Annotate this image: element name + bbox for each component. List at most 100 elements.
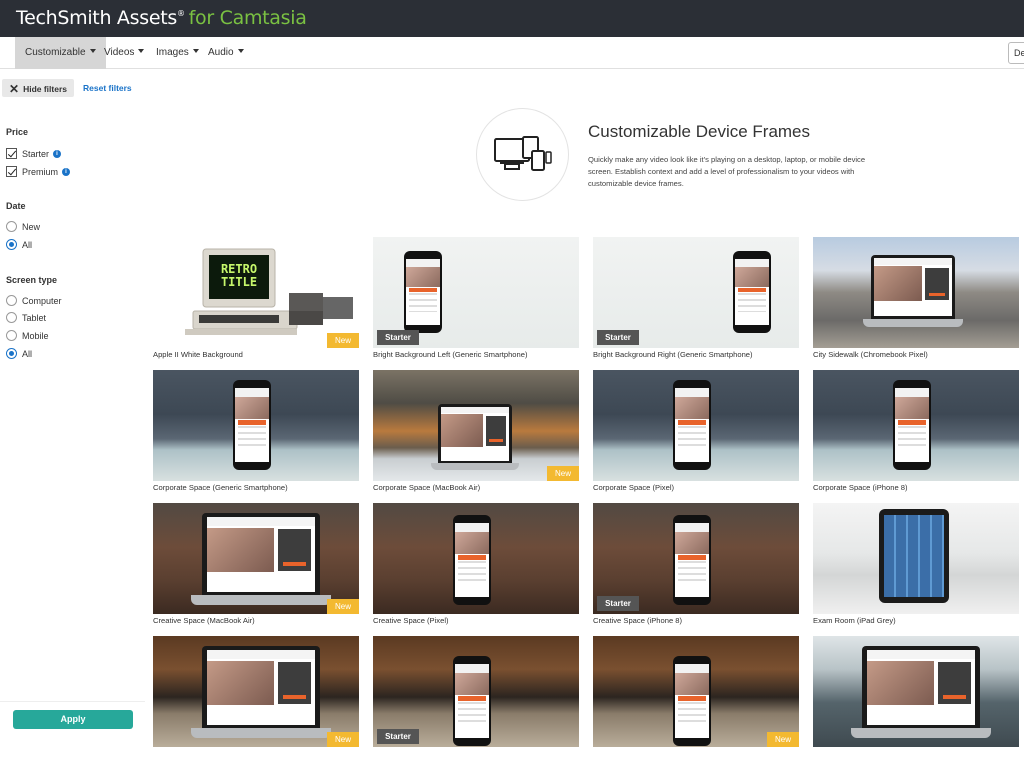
- asset-thumbnail[interactable]: [813, 636, 1019, 747]
- apply-button[interactable]: Apply: [13, 710, 133, 729]
- filter-option-label: Starter: [22, 149, 50, 159]
- new-badge: New: [327, 599, 359, 614]
- search-input[interactable]: De: [1008, 42, 1024, 64]
- info-icon[interactable]: i: [62, 167, 71, 176]
- filter-date-new[interactable]: New: [6, 221, 40, 235]
- asset-card[interactable]: New: [593, 636, 803, 762]
- top-bar: TechSmith Assets® for Camtasia: [0, 0, 1024, 37]
- retro-title-line-2: TITLE: [220, 275, 258, 289]
- nav-item-label: Customizable: [25, 47, 86, 58]
- asset-card[interactable]: New Corporate Space (MacBook Air): [373, 370, 583, 496]
- nav-item-label: Images: [156, 47, 189, 58]
- asset-title[interactable]: Creative Space (iPhone 8): [593, 616, 682, 625]
- radio-icon[interactable]: [6, 312, 17, 324]
- asset-title[interactable]: Creative Space (Pixel): [373, 616, 449, 625]
- asset-card[interactable]: Creative Space (Pixel): [373, 503, 583, 629]
- radio-selected-icon[interactable]: [6, 239, 17, 251]
- asset-card[interactable]: City Sidewalk (Chromebook Pixel): [813, 237, 1023, 363]
- close-icon: ✕: [9, 82, 20, 96]
- asset-thumbnail[interactable]: New: [593, 636, 799, 747]
- checkbox-checked-icon[interactable]: [6, 148, 17, 160]
- smartphone-device-image: [893, 380, 931, 470]
- asset-card[interactable]: Starter Creative Space (iPhone 8): [593, 503, 803, 629]
- asset-thumbnail[interactable]: Starter: [593, 503, 799, 614]
- laptop-device-image: [851, 646, 991, 746]
- asset-thumbnail[interactable]: New: [153, 636, 359, 747]
- filter-price-premium[interactable]: Premium i: [6, 166, 71, 180]
- asset-card[interactable]: Corporate Space (Pixel): [593, 370, 803, 496]
- asset-thumbnail[interactable]: [373, 503, 579, 614]
- filter-screen-mobile[interactable]: Mobile: [6, 330, 49, 344]
- asset-title[interactable]: Corporate Space (Pixel): [593, 483, 674, 492]
- asset-thumbnail[interactable]: [153, 370, 359, 481]
- asset-title[interactable]: Corporate Space (MacBook Air): [373, 483, 480, 492]
- asset-title[interactable]: Apple II White Background: [153, 350, 243, 359]
- filter-screen-tablet[interactable]: Tablet: [6, 312, 46, 326]
- asset-card[interactable]: Starter Bright Background Right (Generic …: [593, 237, 803, 363]
- asset-title[interactable]: Corporate Space (Generic Smartphone): [153, 483, 288, 492]
- laptop-device-image: [863, 255, 963, 333]
- brand-name: TechSmith Assets: [16, 7, 177, 29]
- page-title: Customizable Device Frames: [588, 122, 811, 141]
- filter-screen-all[interactable]: All: [6, 348, 32, 362]
- nav-item-label: Audio: [208, 47, 234, 58]
- asset-card[interactable]: Corporate Space (Generic Smartphone): [153, 370, 363, 496]
- checkbox-checked-icon[interactable]: [6, 166, 17, 178]
- asset-card[interactable]: Exam Room (iPad Grey): [813, 503, 1023, 629]
- filter-group-title-date: Date: [6, 201, 26, 211]
- filter-option-label: All: [22, 349, 33, 359]
- asset-title[interactable]: Corporate Space (iPhone 8): [813, 483, 908, 492]
- filter-group-title-price: Price: [6, 127, 29, 137]
- asset-thumbnail[interactable]: Starter: [373, 237, 579, 348]
- asset-thumbnail[interactable]: New: [373, 370, 579, 481]
- asset-card[interactable]: New Creative Space (MacBook Air): [153, 503, 363, 629]
- asset-thumbnail[interactable]: [813, 503, 1019, 614]
- caret-down-icon: [237, 49, 244, 54]
- filter-option-label: New: [22, 222, 41, 232]
- nav-item-label: Videos: [104, 47, 135, 58]
- brand-suffix: for Camtasia: [188, 7, 307, 29]
- asset-thumbnail[interactable]: New: [153, 503, 359, 614]
- radio-icon[interactable]: [6, 330, 17, 342]
- asset-thumbnail[interactable]: [813, 370, 1019, 481]
- filter-screen-computer[interactable]: Computer: [6, 295, 62, 309]
- new-badge: New: [327, 732, 359, 747]
- asset-thumbnail[interactable]: Starter: [373, 636, 579, 747]
- filter-date-all[interactable]: All: [6, 239, 32, 253]
- smartphone-device-image: [453, 656, 491, 746]
- filter-option-label: Tablet: [22, 313, 47, 323]
- info-icon[interactable]: i: [53, 149, 62, 158]
- asset-thumbnail[interactable]: [813, 237, 1019, 348]
- asset-title[interactable]: Bright Background Right (Generic Smartph…: [593, 350, 753, 359]
- brand-reg-mark: ®: [176, 9, 185, 18]
- reset-filters-link[interactable]: Reset filters: [83, 83, 132, 93]
- asset-card[interactable]: New: [153, 636, 363, 762]
- laptop-device-image: [191, 646, 331, 746]
- asset-thumbnail[interactable]: Starter: [593, 237, 799, 348]
- asset-title[interactable]: City Sidewalk (Chromebook Pixel): [813, 350, 928, 359]
- radio-icon[interactable]: [6, 295, 17, 307]
- asset-card[interactable]: Starter: [373, 636, 583, 762]
- filter-price-starter[interactable]: Starter i: [6, 148, 62, 162]
- asset-title[interactable]: Exam Room (iPad Grey): [813, 616, 896, 625]
- asset-card[interactable]: [813, 636, 1023, 762]
- hide-filters-label: Hide filters: [23, 84, 67, 94]
- radio-selected-icon[interactable]: [6, 348, 17, 360]
- nav-item-customizable[interactable]: Customizable: [15, 37, 106, 69]
- asset-card[interactable]: RETRO TITLE New Apple II White Background: [153, 237, 363, 363]
- asset-title[interactable]: Creative Space (MacBook Air): [153, 616, 255, 625]
- radio-icon[interactable]: [6, 221, 17, 233]
- page-description: Quickly make any video look like it's pl…: [588, 155, 866, 188]
- nav-item-audio[interactable]: Audio: [198, 37, 254, 69]
- filter-option-label: All: [22, 240, 33, 250]
- brand-logo[interactable]: TechSmith Assets® for Camtasia: [16, 7, 307, 29]
- asset-thumbnail[interactable]: [593, 370, 799, 481]
- asset-thumbnail[interactable]: RETRO TITLE New: [153, 237, 359, 348]
- asset-title[interactable]: Bright Background Left (Generic Smartpho…: [373, 350, 528, 359]
- smartphone-device-image: [673, 380, 711, 470]
- laptop-device-image: [191, 513, 331, 613]
- smartphone-device-image: [733, 251, 771, 333]
- hide-filters-button[interactable]: ✕ Hide filters: [2, 79, 74, 97]
- asset-card[interactable]: Corporate Space (iPhone 8): [813, 370, 1023, 496]
- asset-card[interactable]: Starter Bright Background Left (Generic S…: [373, 237, 583, 363]
